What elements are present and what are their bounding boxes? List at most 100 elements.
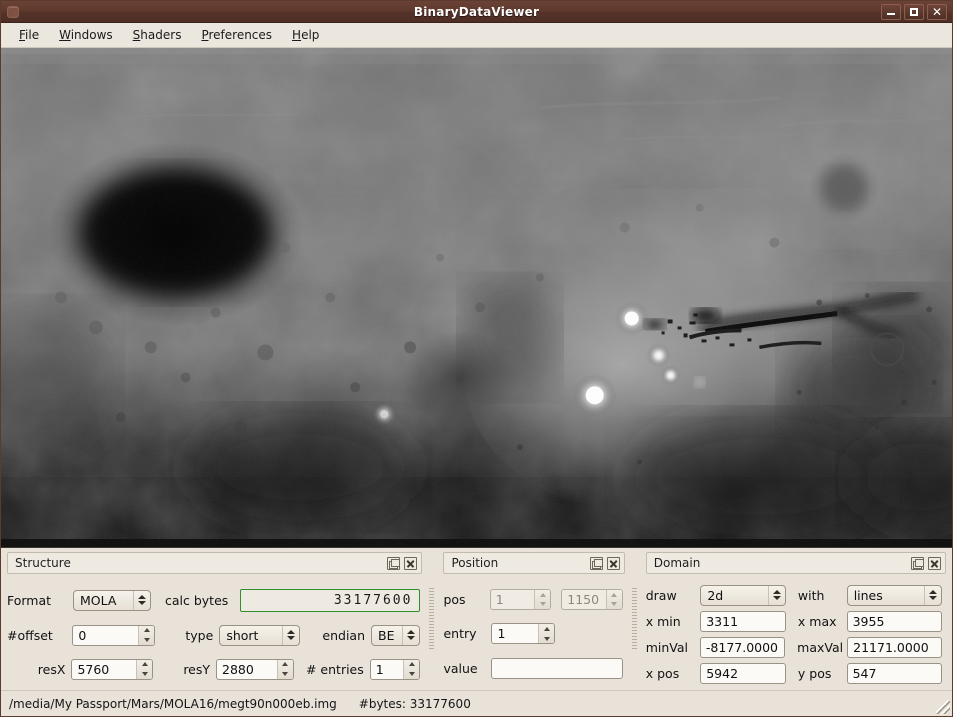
spinner-arrows-icon[interactable] [403, 660, 419, 679]
panel-domain-title: Domain [654, 556, 911, 570]
ypos-label: y pos [798, 666, 841, 681]
endian-combo-value: BE [372, 626, 402, 645]
close-icon[interactable] [928, 557, 941, 570]
row-xmin-xmax: x min 3311 x max 3955 [646, 609, 942, 634]
splitter-position-domain[interactable] [629, 548, 640, 690]
status-file-path: /media/My Passport/Mars/MOLA16/megt90n00… [9, 697, 337, 711]
panel-structure: Structure Format MOLA calc bytes 3317760… [1, 548, 426, 690]
draw-combo[interactable]: 2d [700, 585, 786, 606]
resx-value: 5760 [72, 660, 136, 679]
endian-label: endian [322, 628, 365, 643]
maxval-label: maxVal [797, 640, 841, 655]
value-input[interactable] [491, 658, 622, 679]
spinner-arrows-icon[interactable] [538, 624, 554, 643]
entry-value: 1 [492, 624, 538, 643]
menu-windows[interactable]: Windows [49, 25, 123, 45]
xpos-label: x pos [646, 666, 694, 681]
resx-spinner[interactable]: 5760 [71, 659, 153, 680]
spinner-arrows-icon[interactable] [136, 660, 152, 679]
row-pos: pos 1 1150 [443, 587, 622, 612]
pos-value: 1 [491, 590, 534, 609]
float-icon[interactable] [387, 557, 400, 570]
panel-position-title: Position [451, 556, 589, 570]
value-label: value [443, 661, 485, 676]
menu-shaders[interactable]: Shaders [123, 25, 192, 45]
status-bar: /media/My Passport/Mars/MOLA16/megt90n00… [1, 690, 952, 716]
menu-preferences[interactable]: Preferences [191, 25, 282, 45]
row-value: value [443, 656, 622, 681]
with-combo-value: lines [848, 586, 924, 605]
xmax-input[interactable]: 3955 [847, 611, 942, 632]
offset-spinner[interactable]: 0 [72, 625, 155, 646]
panel-position-titlebar: Position [443, 552, 624, 574]
chevron-updown-icon [768, 586, 785, 605]
entry-spinner[interactable]: 1 [491, 623, 555, 644]
row-xpos-ypos: x pos 5942 y pos 547 [646, 661, 942, 686]
spinner-arrows-icon[interactable] [606, 590, 622, 609]
pos-max-spinner[interactable]: 1150 [561, 589, 622, 610]
panel-structure-title: Structure [15, 556, 387, 570]
window-controls: ✕ [881, 4, 947, 20]
pos-spinner[interactable]: 1 [490, 589, 551, 610]
with-label: with [798, 588, 841, 603]
spinner-arrows-icon[interactable] [277, 660, 293, 679]
entries-spinner[interactable]: 1 [370, 659, 421, 680]
maximize-button[interactable] [904, 4, 924, 20]
resx-label: resX [7, 662, 65, 677]
maxval-input[interactable]: 21171.0000 [847, 637, 942, 658]
title-bar[interactable]: BinaryDataViewer ✕ [1, 1, 952, 23]
float-icon[interactable] [911, 557, 924, 570]
menu-file[interactable]: File [9, 25, 49, 45]
type-combo[interactable]: short [219, 625, 300, 646]
spinner-arrows-icon[interactable] [138, 626, 154, 645]
splitter-structure-position[interactable] [426, 548, 437, 690]
format-combo-value: MOLA [74, 591, 133, 610]
type-combo-value: short [220, 626, 282, 645]
chevron-updown-icon [924, 586, 941, 605]
close-button[interactable]: ✕ [927, 4, 947, 20]
row-offset-type-endian: #offset 0 type short endian BE [7, 623, 420, 648]
close-icon[interactable] [404, 557, 417, 570]
splitter-grip-icon [429, 588, 434, 650]
menu-bar: File Windows Shaders Preferences Help [1, 23, 952, 48]
window-title: BinaryDataViewer [1, 5, 952, 19]
panel-structure-titlebar: Structure [7, 552, 422, 574]
minval-input[interactable]: -8177.0000 [700, 637, 785, 658]
app-icon [7, 6, 19, 18]
ypos-input[interactable]: 547 [847, 663, 942, 684]
entries-label: # entries [306, 662, 364, 677]
chevron-updown-icon [133, 591, 150, 610]
panel-position-body: pos 1 1150 entry 1 [437, 574, 628, 690]
status-bytes: #bytes: 33177600 [359, 697, 471, 711]
draw-label: draw [646, 588, 695, 603]
pos-label: pos [443, 592, 483, 607]
minval-label: minVal [646, 640, 694, 655]
calc-bytes-label: calc bytes [165, 593, 228, 608]
offset-label: #offset [7, 628, 66, 643]
float-icon[interactable] [590, 557, 603, 570]
row-resolution: resX 5760 resY 2880 # entries 1 [7, 657, 420, 682]
with-combo[interactable]: lines [847, 585, 942, 606]
dock-area: Structure Format MOLA calc bytes 3317760… [1, 548, 952, 690]
resize-grip-icon[interactable] [936, 700, 950, 714]
resy-spinner[interactable]: 2880 [216, 659, 294, 680]
resy-value: 2880 [217, 660, 277, 679]
xmin-input[interactable]: 3311 [700, 611, 786, 632]
minimize-button[interactable] [881, 4, 901, 20]
endian-combo[interactable]: BE [371, 625, 420, 646]
xmax-label: x max [798, 614, 841, 629]
spinner-arrows-icon[interactable] [534, 590, 550, 609]
pos-max-value: 1150 [562, 590, 605, 609]
menu-help[interactable]: Help [282, 25, 329, 45]
format-combo[interactable]: MOLA [73, 590, 151, 611]
row-format: Format MOLA calc bytes 33177600 [7, 587, 420, 614]
resy-label: resY [183, 662, 210, 677]
row-entry: entry 1 [443, 621, 622, 646]
chevron-updown-icon [402, 626, 419, 645]
panel-domain-body: draw 2d with lines x min 3311 x max 3 [640, 574, 952, 690]
close-icon[interactable] [607, 557, 620, 570]
panel-domain: Domain draw 2d with lines [640, 548, 952, 690]
xpos-input[interactable]: 5942 [700, 663, 786, 684]
format-label: Format [7, 593, 67, 608]
data-viewport[interactable] [1, 48, 952, 548]
